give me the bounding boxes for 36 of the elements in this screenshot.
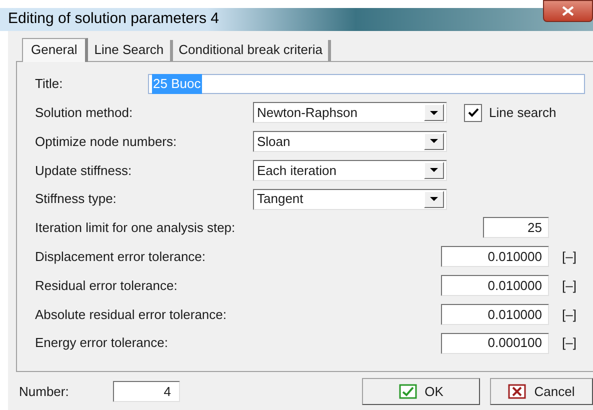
- field-label: Energy error tolerance:: [35, 334, 169, 352]
- number-field[interactable]: 0.010000: [441, 246, 549, 268]
- window-title: Editing of solution parameters 4: [8, 9, 219, 29]
- dropdown[interactable]: Sloan: [253, 130, 447, 152]
- number-field[interactable]: 25: [483, 217, 549, 238]
- checkbox[interactable]: [464, 104, 482, 122]
- number-label: Number:: [19, 382, 70, 401]
- unit-label: [–]: [561, 276, 578, 295]
- tab[interactable]: General: [22, 38, 88, 62]
- dropdown[interactable]: Newton-Raphson: [253, 102, 447, 124]
- close-icon: [562, 6, 574, 16]
- field-label: Title:: [35, 75, 64, 94]
- field-label: Residual error tolerance:: [35, 276, 178, 295]
- field-label: Iteration limit for one analysis step:: [35, 219, 236, 238]
- close-icon: [508, 384, 526, 399]
- number-field[interactable]: 0.010000: [441, 274, 549, 296]
- dropdown[interactable]: Tangent: [253, 188, 447, 210]
- field-label: Update stiffness:: [35, 162, 133, 180]
- field-label: Absolute residual error tolerance:: [35, 306, 228, 324]
- cancel-button[interactable]: Cancel: [490, 378, 593, 405]
- dropdown[interactable]: Each iteration: [253, 160, 447, 181]
- number-field[interactable]: 0.010000: [441, 304, 549, 325]
- ok-button[interactable]: OK: [362, 378, 480, 405]
- number-field[interactable]: 4: [113, 381, 180, 402]
- number-field[interactable]: 0.000100: [441, 332, 549, 354]
- check-icon: [398, 384, 417, 399]
- close-button[interactable]: [543, 0, 593, 22]
- check-icon: [468, 108, 478, 118]
- unit-label: [–]: [561, 248, 578, 266]
- field-label: Stiffness type:: [35, 190, 118, 208]
- field-label: Optimize node numbers:: [35, 132, 178, 151]
- field-label: Displacement error tolerance:: [35, 248, 207, 266]
- checkbox-label: Line search: [489, 104, 556, 122]
- field-label: Solution method:: [35, 104, 134, 122]
- unit-label: [–]: [561, 306, 578, 324]
- unit-label: [–]: [561, 334, 578, 352]
